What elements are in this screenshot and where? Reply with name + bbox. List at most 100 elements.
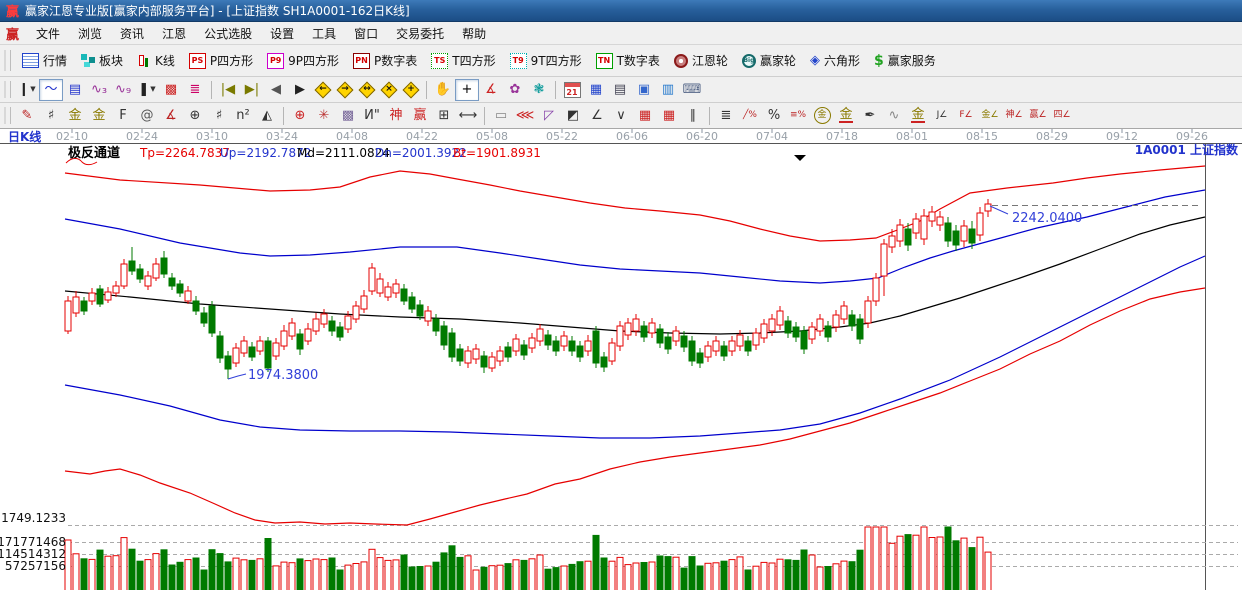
trend-angle-icon[interactable]: ∠ [585,105,609,127]
brush-red-icon[interactable]: ✎ [15,105,39,127]
spiral-icon[interactable]: @ [135,105,159,127]
gann-wheel-button[interactable]: 江恩轮 [667,49,735,72]
fan-box-icon[interactable]: ◸ [537,105,561,127]
icon-glyph: ▶| [244,82,260,97]
menu-item-0[interactable]: 文件 [27,23,69,44]
red-grid-icon[interactable]: ▦ [633,105,657,127]
ying-tool-icon[interactable]: 赢 [408,105,432,127]
spider-web-icon[interactable]: ✳ [312,105,336,127]
hexagon-button[interactable]: ◈ 六角形 [803,49,867,72]
diamond-plus-icon[interactable]: + [400,79,422,101]
menu-item-8[interactable]: 交易委托 [387,23,453,44]
computer-icon[interactable]: ⌨ [680,79,704,101]
percent-levels-icon[interactable]: ≡% [786,105,810,127]
shen-angle-icon[interactable]: 神∠ [1002,105,1026,127]
ying-angle-icon[interactable]: 赢∠ [1026,105,1050,127]
ruler-lines-icon[interactable]: ♯ [207,105,231,127]
nine-p-square-button[interactable]: P9 9P四方形 [260,49,346,72]
si-angle-icon[interactable]: 四∠ [1050,105,1074,127]
crosshair-icon[interactable]: + [455,78,479,101]
fibonacci-ruler-icon[interactable]: F [111,105,135,127]
pattern-red-icon[interactable]: ▩ [159,79,183,101]
menu-item-7[interactable]: 窗口 [345,23,387,44]
pan-hand-icon[interactable]: ✋ [431,79,455,101]
net-computer-icon[interactable]: ▥ [656,79,680,101]
zigzag-icon[interactable]: ∨ [609,105,633,127]
first-page-icon[interactable]: |◀ [216,79,240,101]
angle-tool-icon[interactable]: ∡ [159,105,183,127]
single-candle-dropdown[interactable]: ❚ ▼ [135,79,159,101]
j-angle-icon[interactable]: J∠ [930,105,954,127]
wave-9-icon[interactable]: ∿₉ [111,79,135,101]
gold-ratio2-icon[interactable]: 金 [87,105,111,127]
angle-measure-icon[interactable]: ∡ [479,79,503,101]
dropdown-caret-icon: ▼ [30,85,36,93]
menu-item-6[interactable]: 工具 [303,23,345,44]
rect-tool-icon[interactable]: ▭ [489,105,513,127]
menu-item-2[interactable]: 资讯 [111,23,153,44]
width-measure-icon[interactable]: ⟷ [456,105,480,127]
menu-item-1[interactable]: 浏览 [69,23,111,44]
sector-blocks-button[interactable]: 板块 [74,49,130,72]
color-histogram-icon[interactable]: ≣ [183,79,207,101]
gann-circle-icon[interactable]: ⊕ [183,105,207,127]
box-diag-icon[interactable]: ◩ [561,105,585,127]
wave-3-icon[interactable]: ∿₃ [87,79,111,101]
ink-brush-icon[interactable]: ✒ [858,105,882,127]
n-mark-icon[interactable]: И" [360,105,384,127]
shen-tool-icon[interactable]: 神 [384,105,408,127]
fan-lines-icon[interactable]: ⋘ [513,105,537,127]
quote-grid-button[interactable]: 行情 [15,49,74,72]
gold-angle-icon[interactable]: 金∠ [978,105,1002,127]
menu-item-3[interactable]: 江恩 [153,23,195,44]
red-grid2-icon[interactable]: ▦ [657,105,681,127]
gold-circle-icon[interactable]: 金 [810,105,834,127]
menu-item-5[interactable]: 设置 [261,23,303,44]
calculator-icon[interactable]: ▦ [584,79,608,101]
count-bars-icon[interactable]: ≣ [714,105,738,127]
t-number-table-button[interactable]: TN T数字表 [589,49,667,72]
t-square-button[interactable]: TS T四方形 [424,49,502,72]
diamond-cross-icon[interactable]: × [378,79,400,101]
info-f10-icon[interactable]: ▤ [63,79,87,101]
diamond-both-icon[interactable]: ↔ [356,79,378,101]
nine-t-square-button[interactable]: T9 9T四方形 [503,49,589,72]
gold-ratio-icon[interactable]: 金 [63,105,87,127]
percent-icon[interactable]: % [762,105,786,127]
toolbar-nav: ❙ ▼ 〜 ▤ ∿₃ ∿₉ ❚ ▼ ▩ ≣ |◀ ▶| ◀ ▶ ← → ↔ × + ✋ + ∡ ✿ ❃ 21 ▦ ▤ ▣ ▥ ⌨ [0,77,1242,103]
p-square-button[interactable]: PS P四方形 [182,49,260,72]
diamond-right-icon[interactable]: → [334,79,356,101]
icon-glyph: ▤ [68,82,82,97]
arc-tool-icon[interactable]: ◭ [255,105,279,127]
trend-curve-icon[interactable]: 〜 [39,78,63,101]
pattern-leaf-icon[interactable]: ❃ [527,79,551,101]
icon-glyph: ◩ [566,108,580,123]
notes-icon[interactable]: ▤ [608,79,632,101]
kline-button[interactable]: K线 [130,49,182,72]
draw-flower-icon[interactable]: ✿ [503,79,527,101]
grid-ruler-icon[interactable]: ♯ [39,105,63,127]
number-grid-icon[interactable]: ⊞ [432,105,456,127]
next-page-icon[interactable]: ▶ [288,79,312,101]
web-grid-icon[interactable]: ▩ [336,105,360,127]
f-angle-icon[interactable]: F∠ [954,105,978,127]
service-dollar-button[interactable]: $ 赢家服务 [867,49,943,72]
winner-wheel-button[interactable]: Big 赢家轮 [735,49,803,72]
last-page-icon[interactable]: ▶| [240,79,264,101]
gold-levels-icon[interactable]: 金 [834,105,858,127]
menu-item-9[interactable]: 帮助 [453,23,495,44]
diamond-left-icon[interactable]: ← [312,79,334,101]
parallel-lines-icon[interactable]: ∥ [681,105,705,127]
gold-line-icon[interactable]: 金 [906,105,930,127]
menu-item-4[interactable]: 公式选股 [195,23,261,44]
chart-canvas[interactable]: 02-10 02-24 03-10 03-24 04-08 04-22 05-08 05-22… [0,129,1242,590]
calendar-icon[interactable]: 21 [560,79,584,101]
period-candle-dropdown[interactable]: ❙ ▼ [15,79,39,101]
save-icon[interactable]: ▣ [632,79,656,101]
prev-page-icon[interactable]: ◀ [264,79,288,101]
target-circle-icon[interactable]: ⊕ [288,105,312,127]
wave-band-icon[interactable]: ∿ [882,105,906,127]
n-square-icon[interactable]: n² [231,105,255,127]
percent-line-icon[interactable]: ╱% [738,105,762,127]
p-number-table-button[interactable]: PN P数字表 [346,49,424,72]
